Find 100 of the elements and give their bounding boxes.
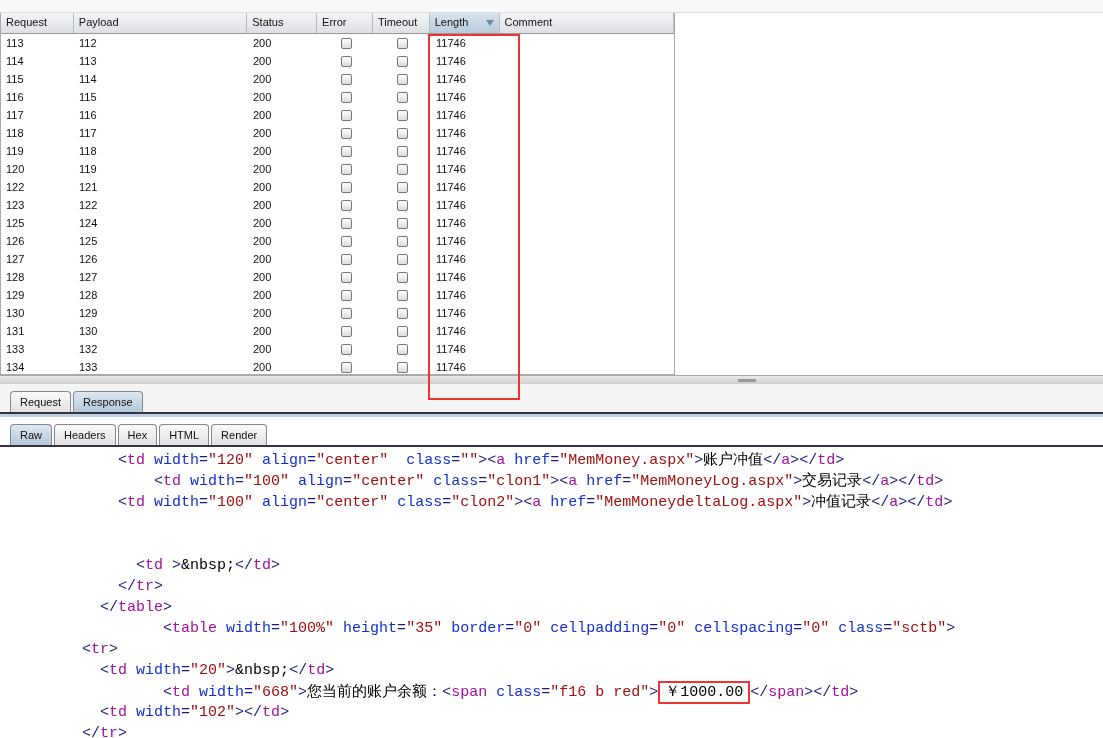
checkbox[interactable]	[340, 289, 352, 301]
checkbox[interactable]	[340, 73, 352, 85]
checkbox[interactable]	[397, 127, 408, 139]
table-cell: 11746	[436, 163, 466, 175]
tab[interactable]: Render	[211, 424, 268, 445]
checkbox[interactable]	[397, 181, 408, 193]
tab[interactable]: Request	[10, 391, 71, 412]
column-header[interactable]: Request	[1, 13, 74, 33]
table-cell: 200	[253, 127, 272, 139]
column-header[interactable]: Payload	[73, 13, 248, 33]
checkbox[interactable]	[397, 73, 408, 85]
table-cell: 200	[253, 271, 272, 283]
checkbox[interactable]	[340, 199, 352, 211]
table-cell: 122	[79, 199, 98, 211]
table-cell: 115	[79, 91, 97, 103]
table-cell: 116	[79, 109, 97, 121]
checkbox[interactable]	[340, 163, 352, 175]
code-line: <td width="20">&nbsp;</td>	[99, 662, 335, 679]
table-cell: 11746	[436, 271, 466, 283]
checkbox[interactable]	[340, 361, 352, 373]
table-cell: 115	[6, 73, 24, 85]
table-cell: 11746	[436, 325, 466, 337]
checkbox[interactable]	[397, 199, 408, 211]
checkbox[interactable]	[340, 253, 352, 265]
checkbox[interactable]	[397, 307, 408, 319]
checkbox[interactable]	[397, 55, 408, 67]
checkbox[interactable]	[340, 91, 352, 103]
code-line: <td width="100" align="center" class="clon2"><a href="MemMoneydeltaLog.aspx">冲值记录</a></td>	[117, 494, 953, 511]
tab[interactable]: Response	[73, 391, 143, 412]
table-cell: 129	[6, 289, 25, 301]
code-line: </table>	[99, 599, 173, 616]
checkbox[interactable]	[340, 109, 352, 121]
tab[interactable]: Raw	[10, 424, 52, 445]
checkbox[interactable]	[397, 217, 408, 229]
table-cell: 134	[6, 361, 25, 373]
checkbox[interactable]	[340, 271, 352, 283]
checkbox[interactable]	[397, 271, 408, 283]
checkbox[interactable]	[340, 55, 352, 67]
tab[interactable]: Hex	[117, 424, 158, 445]
table-cell: 116	[6, 91, 24, 103]
table-cell: 130	[79, 325, 98, 337]
checkbox[interactable]	[397, 91, 408, 103]
table-cell: 117	[79, 127, 97, 139]
checkbox[interactable]	[397, 325, 408, 337]
table-cell: 11746	[436, 73, 466, 85]
table-cell: 114	[79, 73, 97, 85]
checkbox[interactable]	[397, 343, 408, 355]
table-cell: 200	[253, 217, 272, 229]
table-cell: 200	[253, 343, 272, 355]
column-header[interactable]: Error	[317, 13, 373, 33]
table-cell: 11746	[436, 55, 466, 67]
table-cell: 11746	[436, 145, 466, 157]
table-cell: 118	[6, 127, 24, 139]
table-cell: 11746	[436, 307, 466, 319]
table-cell: 119	[6, 145, 24, 157]
table-cell: 114	[6, 55, 24, 67]
code-line: <td width="668">您当前的账户余额：<span class="f16 b red"> ￥1000.00 </span></td>	[10, 684, 859, 701]
code-line: <td width="100" align="center" class="clon1"><a href="MemMoneyLog.aspx">交易记录</a></td>	[153, 473, 944, 490]
checkbox[interactable]	[397, 361, 408, 373]
code-line: </tr>	[117, 578, 164, 595]
checkbox[interactable]	[340, 37, 352, 49]
table-cell: 200	[253, 253, 272, 265]
table-cell: 11746	[436, 127, 466, 139]
column-header[interactable]: Comment	[499, 13, 674, 33]
sort-descending-icon	[485, 20, 494, 26]
column-header[interactable]: Timeout	[372, 13, 430, 33]
table-cell: 113	[79, 55, 97, 67]
table-cell: 127	[79, 271, 98, 283]
checkbox[interactable]	[340, 343, 352, 355]
checkbox[interactable]	[397, 145, 408, 157]
checkbox[interactable]	[340, 181, 352, 193]
checkbox[interactable]	[340, 235, 352, 247]
tab[interactable]: Headers	[54, 424, 116, 445]
checkbox[interactable]	[340, 325, 352, 337]
table-cell: 131	[6, 325, 25, 337]
table-cell: 126	[6, 235, 25, 247]
code-line: <td width="120" align="center" class=""><a href="MemMoney.aspx">账户冲值</a></td>	[117, 452, 845, 469]
table-cell: 132	[79, 343, 98, 355]
checkbox[interactable]	[397, 163, 408, 175]
checkbox[interactable]	[397, 37, 408, 49]
checkbox[interactable]	[397, 253, 408, 265]
checkbox[interactable]	[340, 127, 352, 139]
table-cell: 112	[79, 37, 97, 49]
checkbox[interactable]	[340, 145, 352, 157]
grip-icon[interactable]	[737, 378, 756, 382]
table-cell: 11746	[436, 217, 466, 229]
checkbox[interactable]	[340, 217, 352, 229]
checkbox[interactable]	[340, 307, 352, 319]
table-cell: 133	[79, 361, 98, 373]
tab[interactable]: HTML	[159, 424, 210, 445]
table-cell: 118	[79, 145, 97, 157]
column-header[interactable]: Length	[429, 13, 500, 33]
checkbox[interactable]	[397, 235, 408, 247]
table-cell: 128	[6, 271, 25, 283]
column-header[interactable]: Status	[247, 13, 318, 33]
table-cell: 200	[253, 37, 272, 49]
checkbox[interactable]	[397, 109, 408, 121]
table-cell: 200	[253, 361, 272, 373]
checkbox[interactable]	[397, 289, 408, 301]
code-line: </tr>	[81, 725, 128, 738]
